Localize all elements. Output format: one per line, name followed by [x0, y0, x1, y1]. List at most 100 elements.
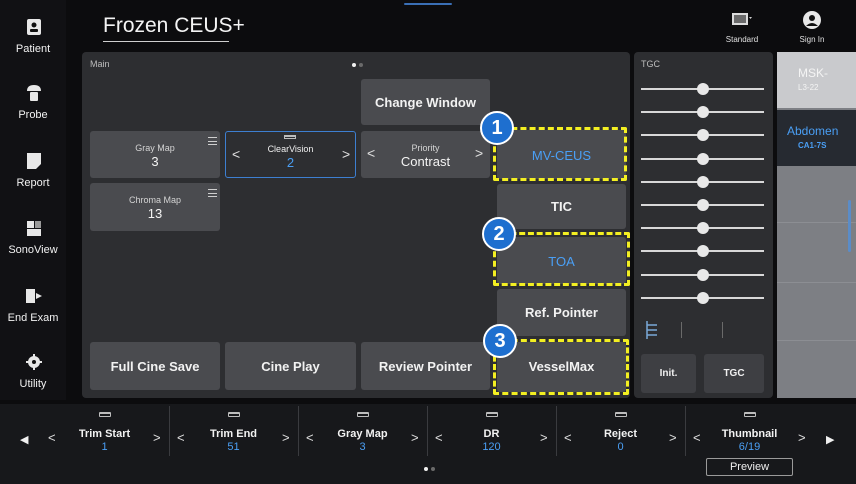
change-window-label: Change Window: [375, 95, 476, 110]
cine-play-label: Cine Play: [261, 359, 320, 374]
page-dot-active: [352, 63, 356, 67]
sidebar-item-probe[interactable]: Probe: [0, 76, 66, 136]
clearvision-value: 2: [286, 155, 295, 170]
full-cine-save-button[interactable]: Full Cine Save: [90, 342, 220, 390]
tgc-init-button[interactable]: Init.: [641, 354, 696, 393]
clearvision-icon: [284, 135, 296, 139]
priority-value: Contrast: [400, 154, 451, 169]
main-panel-label: Main: [90, 59, 110, 69]
sidebar-item-sonoview[interactable]: SonoView: [0, 211, 66, 271]
divider: [722, 322, 723, 338]
tgc-slider-knob[interactable]: [697, 292, 709, 304]
page-indicator: [404, 3, 452, 5]
tgc-button[interactable]: TGC: [704, 354, 764, 393]
sidebar-item-patient[interactable]: Patient: [0, 10, 66, 70]
priority-control[interactable]: < > Priority Contrast: [361, 131, 490, 178]
callout-badge-3: 3: [483, 324, 517, 358]
divider: [169, 406, 170, 456]
divider: [685, 406, 686, 456]
probe-item-msk[interactable]: MSK- L3-22: [777, 52, 856, 108]
tgc-slider-knob[interactable]: [697, 199, 709, 211]
chroma-map-value: 13: [147, 206, 163, 221]
cine-play-button[interactable]: Cine Play: [225, 342, 356, 390]
tgc-slider-knob[interactable]: [697, 106, 709, 118]
monitor-icon: [732, 13, 752, 25]
divider: [427, 406, 428, 456]
divider: [681, 322, 682, 338]
control-icon: [485, 412, 498, 417]
sidebar-item-label: SonoView: [8, 244, 58, 256]
control-label: Thumbnail: [721, 428, 778, 440]
control-value: 120: [482, 441, 501, 453]
control-icon: [356, 412, 369, 417]
tgc-slider-knob[interactable]: [697, 269, 709, 281]
probe-scrollbar[interactable]: [848, 200, 851, 252]
sidebar-item-label: Patient: [15, 43, 51, 55]
bottom-control-trim-start[interactable]: < > Trim Start 1: [40, 404, 169, 458]
divider: [777, 340, 856, 341]
probe-model: CA1-7S: [798, 141, 827, 150]
control-value: 51: [227, 441, 240, 453]
scroll-left-icon[interactable]: ◀: [20, 433, 28, 446]
tgc-curve-icon: [646, 321, 657, 339]
preset-label: Standard: [725, 35, 759, 44]
tgc-init-label: Init.: [659, 368, 678, 379]
review-pointer-button[interactable]: Review Pointer: [361, 342, 490, 390]
divider: [777, 222, 856, 223]
patient-icon: [27, 19, 41, 35]
bottom-control-reject[interactable]: < > Reject 0: [556, 404, 685, 458]
tgc-slider-knob[interactable]: [697, 153, 709, 165]
title-underline: [103, 41, 229, 42]
page-dot-active: [424, 467, 428, 471]
page-dot: [359, 63, 363, 67]
bottom-control-trim-end[interactable]: < > Trim End 51: [169, 404, 298, 458]
callout-badge-2: 2: [482, 217, 516, 251]
user-icon: [803, 11, 821, 29]
sonoview-icon: [27, 221, 41, 236]
control-value: 1: [101, 441, 108, 453]
control-label: DR: [483, 428, 500, 440]
divider: [298, 406, 299, 456]
page-dot: [431, 467, 435, 471]
gray-map-value: 3: [151, 154, 159, 169]
sidebar-item-label: End Exam: [7, 312, 59, 324]
probe-name: Abdomen: [787, 124, 839, 138]
sidebar-item-label: Report: [16, 177, 50, 189]
control-label: Trim End: [209, 428, 258, 440]
bottom-control-gray-map[interactable]: < > Gray Map 3: [298, 404, 427, 458]
page-title: Frozen CEUS+: [103, 14, 245, 37]
clearvision-control[interactable]: < > ClearVision 2: [225, 131, 356, 178]
preview-button[interactable]: Preview: [706, 458, 793, 476]
ref-pointer-label: Ref. Pointer: [525, 305, 598, 320]
control-label: Gray Map: [337, 428, 388, 440]
tic-label: TIC: [551, 199, 572, 214]
ref-pointer-button[interactable]: Ref. Pointer: [497, 289, 626, 336]
sidebar-item-report[interactable]: Report: [0, 144, 66, 204]
sign-in-button[interactable]: Sign In: [790, 8, 834, 48]
tic-button[interactable]: TIC: [497, 184, 626, 229]
tgc-button-label: TGC: [723, 368, 745, 379]
control-icon: [743, 412, 756, 417]
tgc-slider-knob[interactable]: [697, 222, 709, 234]
chroma-map-button[interactable]: Chroma Map 13: [90, 183, 220, 231]
bottom-control-dr[interactable]: < > DR 120: [427, 404, 556, 458]
sidebar-item-label: Utility: [19, 378, 47, 390]
sidebar: Patient Probe Report SonoView End Exam U…: [0, 0, 66, 400]
sidebar-item-end-exam[interactable]: End Exam: [0, 279, 66, 339]
bottom-control-thumbnail[interactable]: < > Thumbnail 6/19: [685, 404, 814, 458]
preset-button[interactable]: Standard: [718, 8, 766, 48]
tgc-slider-knob[interactable]: [697, 176, 709, 188]
sidebar-item-utility[interactable]: Utility: [0, 345, 66, 405]
control-icon: [227, 412, 240, 417]
control-label: Trim Start: [78, 428, 131, 440]
callout-badge-1: 1: [480, 111, 514, 145]
gray-map-button[interactable]: Gray Map 3: [90, 131, 220, 178]
probe-icon: [27, 85, 41, 101]
probe-item-abdomen[interactable]: Abdomen CA1-7S: [777, 110, 856, 166]
tgc-slider-knob[interactable]: [697, 83, 709, 95]
tgc-slider-knob[interactable]: [697, 245, 709, 257]
scroll-right-icon[interactable]: ▶: [826, 433, 834, 446]
divider: [777, 282, 856, 283]
tgc-slider-knob[interactable]: [697, 129, 709, 141]
change-window-button[interactable]: Change Window: [361, 79, 490, 125]
